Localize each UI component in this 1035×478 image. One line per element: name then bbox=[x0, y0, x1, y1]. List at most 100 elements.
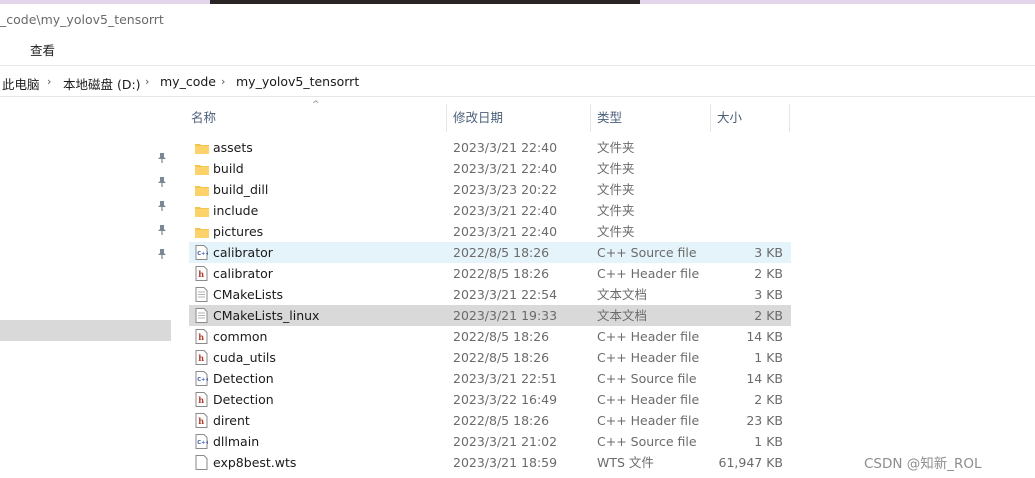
folder-icon bbox=[195, 224, 209, 239]
cpp-header-icon: h bbox=[195, 413, 208, 428]
file-type: C++ Header file bbox=[597, 329, 700, 344]
svg-text:C++: C++ bbox=[197, 377, 208, 383]
file-row[interactable]: C++ calibrator 2022/8/5 18:26 C++ Source fi… bbox=[189, 242, 791, 263]
file-row[interactable]: h calibrator 2022/8/5 18:26 C++ Header file… bbox=[189, 263, 791, 284]
file-name: cuda_utils bbox=[213, 350, 276, 365]
file-type: C++ Header file bbox=[597, 392, 700, 407]
svg-text:h: h bbox=[198, 395, 204, 405]
pin-icon[interactable] bbox=[157, 248, 167, 260]
file-date: 2022/8/5 18:26 bbox=[453, 266, 550, 281]
file-row[interactable]: CMakeLists_linux 2023/3/21 19:33 文本文档 2 KB bbox=[189, 305, 791, 326]
file-size: 14 KB bbox=[746, 371, 783, 386]
text-file-icon bbox=[195, 287, 208, 302]
file-date: 2023/3/21 22:40 bbox=[453, 224, 558, 239]
file-name: Detection bbox=[213, 392, 274, 407]
column-header-type[interactable]: 类型 bbox=[591, 104, 711, 132]
file-row[interactable]: h cuda_utils 2022/8/5 18:26 C++ Header file… bbox=[189, 347, 791, 368]
file-date: 2023/3/21 22:40 bbox=[453, 140, 558, 155]
file-list: ^ 名称 修改日期 类型 大小 assets 2023/3/21 22:40 文件夹… bbox=[172, 97, 1035, 478]
file-type: 文件夹 bbox=[597, 224, 635, 239]
nav-selected-item[interactable] bbox=[0, 320, 171, 341]
breadcrumb-my-code[interactable]: my_code bbox=[160, 74, 216, 89]
file-type: C++ Source file bbox=[597, 245, 697, 260]
pin-icon[interactable] bbox=[157, 200, 167, 212]
file-type: C++ Header file bbox=[597, 350, 700, 365]
breadcrumb-local-disk[interactable]: 本地磁盘 (D:) bbox=[63, 74, 141, 93]
file-size: 2 KB bbox=[754, 392, 783, 407]
folder-icon bbox=[195, 140, 209, 155]
file-row[interactable]: pictures 2023/3/21 22:40 文件夹 bbox=[189, 221, 791, 242]
svg-text:C++: C++ bbox=[197, 440, 208, 446]
file-row[interactable]: assets 2023/3/21 22:40 文件夹 bbox=[189, 137, 791, 158]
file-size: 3 KB bbox=[754, 287, 783, 302]
ribbon-tab-view[interactable]: 查看 bbox=[30, 40, 55, 59]
file-date: 2023/3/21 22:54 bbox=[453, 287, 558, 302]
file-date: 2023/3/21 22:40 bbox=[453, 161, 558, 176]
generic-file-icon bbox=[195, 455, 208, 470]
file-type: C++ Source file bbox=[597, 371, 697, 386]
file-row[interactable]: h dirent 2022/8/5 18:26 C++ Header file 23 K… bbox=[189, 410, 791, 431]
svg-text:C++: C++ bbox=[197, 251, 208, 257]
breadcrumb-current-folder[interactable]: my_yolov5_tensorrt bbox=[236, 74, 359, 89]
file-row[interactable]: include 2023/3/21 22:40 文件夹 bbox=[189, 200, 791, 221]
file-size: 3 KB bbox=[754, 245, 783, 260]
file-type: 文件夹 bbox=[597, 182, 635, 197]
file-name: build_dill bbox=[213, 182, 269, 197]
svg-text:h: h bbox=[198, 353, 204, 363]
file-name: build bbox=[213, 161, 244, 176]
file-size: 1 KB bbox=[754, 350, 783, 365]
svg-text:h: h bbox=[198, 269, 204, 279]
file-name: include bbox=[213, 203, 259, 218]
file-name: calibrator bbox=[213, 245, 273, 260]
file-row[interactable]: C++ Detection 2023/3/21 22:51 C++ Source fi… bbox=[189, 368, 791, 389]
file-row[interactable]: h Detection 2023/3/22 16:49 C++ Header file… bbox=[189, 389, 791, 410]
navigation-pane bbox=[0, 97, 172, 478]
file-row[interactable]: build_dill 2023/3/23 20:22 文件夹 bbox=[189, 179, 791, 200]
chevron-right-icon[interactable]: › bbox=[145, 75, 149, 88]
file-row[interactable]: CMakeLists 2023/3/21 22:54 文本文档 3 KB bbox=[189, 284, 791, 305]
file-row[interactable]: C++ dllmain 2023/3/21 21:02 C++ Source file… bbox=[189, 431, 791, 452]
cpp-header-icon: h bbox=[195, 350, 208, 365]
pin-icon[interactable] bbox=[157, 152, 167, 164]
file-type: C++ Header file bbox=[597, 266, 700, 281]
file-date: 2023/3/21 22:51 bbox=[453, 371, 558, 386]
file-type: 文件夹 bbox=[597, 203, 635, 218]
folder-icon bbox=[195, 182, 209, 197]
breadcrumb-this-pc[interactable]: 此电脑 bbox=[2, 74, 40, 93]
cpp-header-icon: h bbox=[195, 329, 208, 344]
file-size: 23 KB bbox=[746, 413, 783, 428]
ribbon-tabs: Ⅰ 查看 bbox=[0, 34, 1035, 62]
cpp-source-icon: C++ bbox=[195, 371, 210, 386]
column-header-date[interactable]: 修改日期 bbox=[447, 104, 591, 132]
file-size: 2 KB bbox=[754, 308, 783, 323]
file-type: 文件夹 bbox=[597, 140, 635, 155]
file-row[interactable]: build 2023/3/21 22:40 文件夹 bbox=[189, 158, 791, 179]
text-file-icon bbox=[195, 308, 208, 323]
file-type: 文件夹 bbox=[597, 161, 635, 176]
svg-text:h: h bbox=[198, 416, 204, 426]
csdn-watermark: CSDN @知新_ROL bbox=[864, 456, 982, 472]
chevron-right-icon[interactable]: › bbox=[47, 75, 51, 88]
file-row[interactable]: exp8best.wts 2023/3/21 18:59 WTS 文件 61,947 … bbox=[189, 452, 791, 473]
cpp-header-icon: h bbox=[195, 392, 208, 407]
file-date: 2022/8/5 18:26 bbox=[453, 245, 550, 260]
column-header-name[interactable]: 名称 bbox=[185, 104, 447, 132]
file-name: common bbox=[213, 329, 268, 344]
chevron-right-icon[interactable]: › bbox=[221, 75, 225, 88]
file-date: 2023/3/21 18:59 bbox=[453, 455, 558, 470]
file-name: CMakeLists bbox=[213, 287, 284, 302]
address-bar[interactable]: 此电脑 › 本地磁盘 (D:) › my_code › my_yolov5_te… bbox=[0, 65, 1035, 97]
file-row[interactable]: h common 2022/8/5 18:26 C++ Header file 14 K… bbox=[189, 326, 791, 347]
file-size: 14 KB bbox=[746, 329, 783, 344]
svg-text:h: h bbox=[198, 332, 204, 342]
cpp-source-icon: C++ bbox=[195, 434, 210, 449]
file-date: 2023/3/21 21:02 bbox=[453, 434, 558, 449]
file-name: exp8best.wts bbox=[213, 455, 297, 470]
pin-icon[interactable] bbox=[157, 224, 167, 236]
column-header-size[interactable]: 大小 bbox=[711, 104, 790, 132]
cpp-header-icon: h bbox=[195, 266, 208, 281]
file-date: 2023/3/21 22:40 bbox=[453, 203, 558, 218]
pin-icon[interactable] bbox=[157, 176, 167, 188]
file-rows: assets 2023/3/21 22:40 文件夹 build 2023/3/21 2… bbox=[189, 137, 791, 473]
file-name: CMakeLists_linux bbox=[213, 308, 320, 323]
